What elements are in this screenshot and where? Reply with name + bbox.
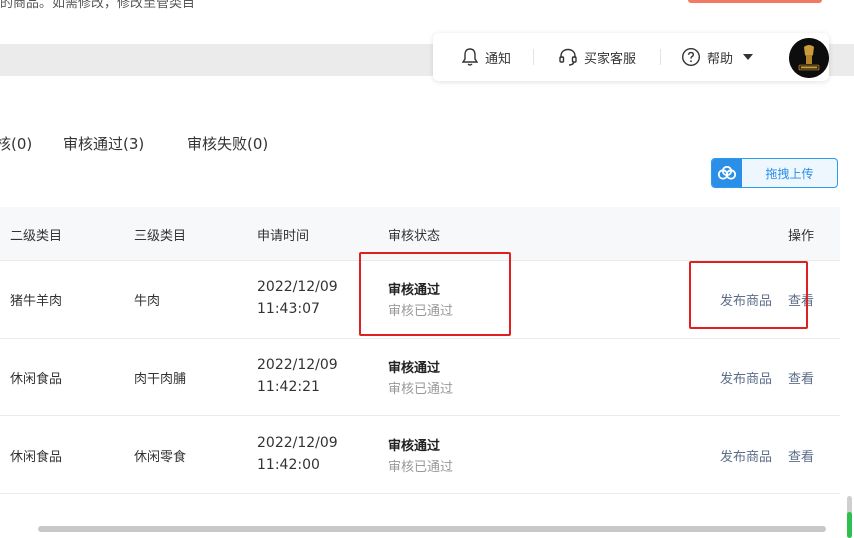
avatar-image <box>789 38 829 78</box>
row-level2-category: 休闲食品 <box>10 372 63 387</box>
customer-service-button[interactable]: 买家客服 <box>558 47 636 67</box>
category-notice-text: 的商品。如需修改，修改至管类目 <box>0 0 196 11</box>
horizontal-scrollbar[interactable] <box>38 526 826 532</box>
publish-product-link[interactable]: 发布商品 <box>720 368 772 387</box>
row-level3-category: 牛肉 <box>134 294 161 309</box>
row-apply-date: 2022/12/09 <box>257 357 338 373</box>
row-apply-time: 11:42:00 <box>257 457 320 473</box>
toolbar-divider <box>660 49 662 65</box>
customer-service-label: 买家客服 <box>584 51 637 67</box>
view-link[interactable]: 查看 <box>788 446 814 465</box>
column-header-level2-category: 二级类目 <box>10 229 63 244</box>
help-menu-button[interactable]: 帮助 <box>681 47 754 67</box>
row-apply-time: 11:43:07 <box>257 301 320 317</box>
column-header-actions: 操作 <box>788 229 815 244</box>
status-highlight-box <box>359 252 511 336</box>
view-link[interactable]: 查看 <box>788 368 814 387</box>
row-review-status: 审核通过 <box>388 361 441 376</box>
row-level2-category: 猪牛羊肉 <box>10 294 63 309</box>
row-divider <box>0 493 840 494</box>
publish-product-link[interactable]: 发布商品 <box>720 446 772 465</box>
row-level3-category: 休闲零食 <box>134 450 187 465</box>
row-review-status: 审核通过 <box>388 439 441 454</box>
headset-icon <box>559 48 577 66</box>
tab-review-failed[interactable]: 审核失败(0) <box>187 133 268 154</box>
row-apply-time: 11:42:21 <box>257 379 320 395</box>
bell-icon <box>461 48 479 66</box>
header-toolbar: 通知 买家客服 帮助 <box>433 33 829 81</box>
question-circle-icon <box>682 47 701 67</box>
user-avatar[interactable] <box>789 38 829 78</box>
row-divider <box>0 415 840 416</box>
toolbar-divider <box>533 49 535 65</box>
row-divider <box>0 338 840 339</box>
drag-upload-button[interactable]: 拖拽上传 <box>711 158 838 188</box>
column-header-apply-time: 申请时间 <box>257 229 310 244</box>
primary-action-button[interactable] <box>688 0 822 3</box>
row-level2-category: 休闲食品 <box>10 450 63 465</box>
notification-label: 通知 <box>485 51 512 67</box>
row-review-status-detail: 审核已通过 <box>388 382 454 397</box>
vertical-scrollbar-thumb[interactable] <box>847 512 852 538</box>
cloud-icon <box>717 166 737 180</box>
notification-button[interactable]: 通知 <box>461 47 511 67</box>
tab-pending-review[interactable]: 核(0) <box>0 133 32 154</box>
row-apply-date: 2022/12/09 <box>257 435 338 451</box>
column-header-review-status: 审核状态 <box>388 229 441 244</box>
help-label: 帮助 <box>707 51 734 67</box>
row-review-status-detail: 审核已通过 <box>388 460 454 475</box>
action-highlight-box <box>689 261 808 329</box>
row-level3-category: 肉干肉脯 <box>134 372 187 387</box>
tab-review-approved[interactable]: 审核通过(3) <box>63 133 144 154</box>
row-apply-date: 2022/12/09 <box>257 279 338 295</box>
column-header-level3-category: 三级类目 <box>134 229 187 244</box>
upload-icon-box <box>712 159 742 187</box>
drag-upload-label: 拖拽上传 <box>765 166 814 181</box>
caret-down-icon <box>743 54 754 60</box>
